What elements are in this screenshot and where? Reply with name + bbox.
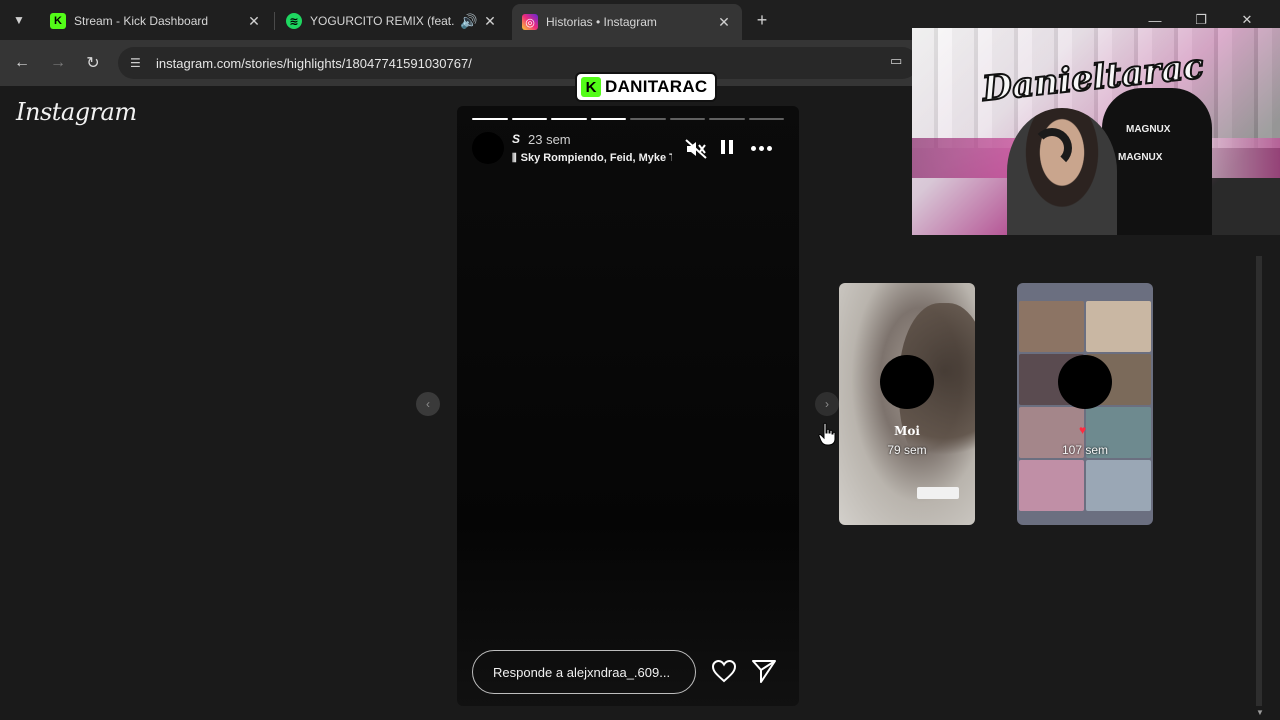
highlight-avatar	[880, 355, 934, 409]
story-timestamp: 23 sem	[528, 132, 571, 147]
heart-icon[interactable]	[711, 659, 737, 683]
highlight-card[interactable]: Moi 79 sem	[839, 283, 975, 525]
hand-cursor-icon	[818, 422, 836, 446]
instagram-logo[interactable]: Instagram	[16, 98, 137, 126]
close-tab-icon[interactable]: ✕	[246, 13, 262, 30]
story-progress-segment	[511, 118, 547, 120]
previous-story-button[interactable]: ‹	[416, 392, 440, 416]
site-settings-icon[interactable]: ☰	[130, 56, 148, 70]
instagram-icon: ◎	[522, 14, 538, 30]
reload-button[interactable]: ↻	[81, 51, 105, 75]
tab-kick-dashboard[interactable]: K Stream - Kick Dashboard ✕	[40, 6, 272, 36]
tab-separator	[274, 12, 275, 30]
chevron-right-icon: ›	[825, 397, 829, 411]
highlight-time: 107 sem	[1061, 443, 1109, 457]
more-options-icon[interactable]	[751, 140, 775, 156]
highlight-avatar	[1058, 355, 1112, 409]
url-text: instagram.com/stories/highlights/1804774…	[156, 55, 472, 71]
story-music[interactable]: ⫼ Sky Rompiendo, Feid, Myke Towers	[512, 152, 672, 164]
close-icon: ✕	[1241, 12, 1253, 27]
story-progress-segment	[630, 118, 666, 120]
music-bars-icon: ⫼	[512, 152, 517, 164]
story-progress-segment	[590, 118, 626, 120]
arrow-left-icon: ←	[14, 54, 30, 71]
reply-input[interactable]: Responde a alejxndraa_.609...	[472, 650, 696, 694]
story-viewer[interactable]: S 23 sem ⫼ Sky Rompiendo, Feid, Myke Tow…	[457, 106, 799, 706]
tab-spotify[interactable]: ≋ YOGURCITO REMIX (feat. Kr 🔊 ✕	[276, 6, 508, 36]
browser-window: ▼ K Stream - Kick Dashboard ✕ ≋ YOGURCIT…	[0, 0, 1280, 720]
plus-icon: +	[756, 9, 768, 30]
highlight-time: 79 sem	[887, 443, 927, 457]
forward-button[interactable]: →	[46, 51, 70, 75]
close-tab-icon[interactable]: ✕	[716, 14, 732, 31]
reload-icon: ↻	[86, 55, 100, 72]
chair-brand-label: MAGNUX	[1126, 124, 1171, 135]
page-scrollbar[interactable]: ▼	[1254, 256, 1266, 720]
story-progress-segment	[669, 118, 705, 120]
sticker	[917, 487, 959, 499]
story-music-label: Sky Rompiendo, Feid, Myke Towers	[520, 152, 672, 164]
story-progress-bar	[472, 118, 784, 121]
story-username[interactable]: S	[512, 132, 520, 146]
scrollbar-thumb[interactable]	[1256, 256, 1262, 706]
next-story-button[interactable]: ›	[815, 392, 839, 416]
minimize-icon: —	[1148, 12, 1162, 28]
heart-sticker-icon: ♥	[1079, 423, 1087, 437]
headset-icon	[1032, 128, 1072, 168]
highlight-title: Moi	[894, 424, 920, 438]
kick-channel-badge: K DANITARAC	[575, 72, 718, 102]
spotify-icon: ≋	[286, 13, 302, 29]
tab-search-button[interactable]: ▼	[6, 8, 32, 32]
highlight-card[interactable]: ♥ 107 sem	[1017, 283, 1153, 525]
kick-icon: K	[581, 77, 601, 97]
story-progress-segment	[748, 118, 784, 120]
arrow-right-icon: →	[50, 54, 66, 71]
streamer	[1007, 108, 1117, 235]
chevron-down-icon: ▼	[13, 13, 25, 27]
send-icon[interactable]	[751, 658, 777, 684]
cast-icon[interactable]: ▭	[890, 53, 908, 71]
muted-speaker-icon[interactable]	[685, 139, 707, 159]
story-progress-segment	[472, 118, 508, 120]
new-tab-button[interactable]: +	[750, 8, 774, 32]
chair-brand-label: MAGNUX	[1118, 152, 1163, 163]
tab-instagram[interactable]: ◎ Historias • Instagram ✕	[512, 4, 742, 40]
reply-placeholder: Responde a alejxndraa_.609...	[493, 664, 671, 680]
webcam-overlay: Danieltarac MAGNUX MAGNUX	[912, 28, 1280, 235]
restore-icon: ❐	[1195, 12, 1207, 27]
chevron-left-icon: ‹	[426, 397, 430, 411]
kick-icon: K	[50, 13, 66, 29]
kick-channel-name: DANITARAC	[605, 77, 708, 96]
story-progress-segment	[551, 118, 587, 120]
address-bar[interactable]: ☰ instagram.com/stories/highlights/18047…	[118, 47, 918, 79]
pause-icon[interactable]	[721, 140, 735, 156]
scroll-down-icon[interactable]: ▼	[1254, 708, 1266, 720]
back-button[interactable]: ←	[10, 51, 34, 75]
close-tab-icon[interactable]: ✕	[482, 13, 498, 30]
speaker-icon[interactable]: 🔊	[460, 13, 477, 30]
story-avatar[interactable]	[472, 132, 504, 164]
story-progress-segment	[709, 118, 745, 120]
